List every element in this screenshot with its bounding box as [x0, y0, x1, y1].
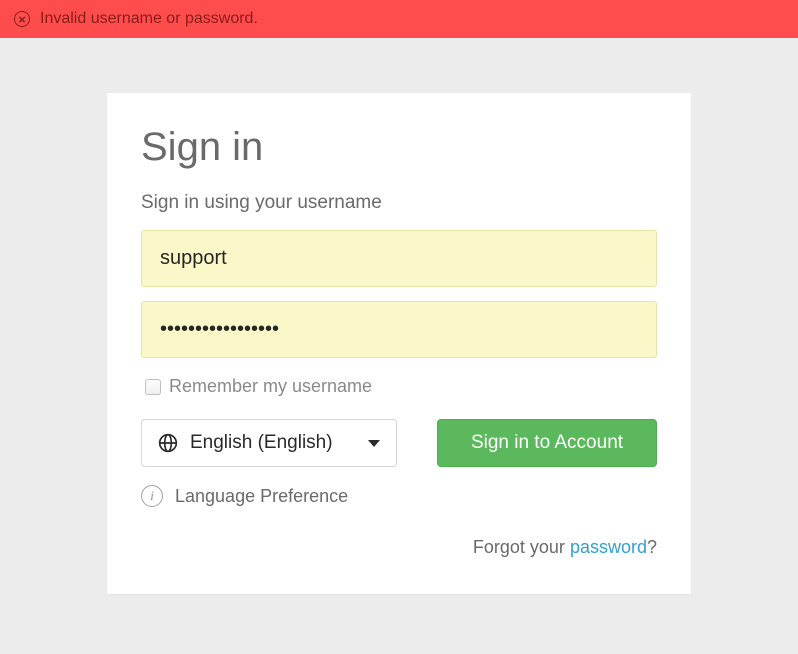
card-title: Sign in	[141, 125, 657, 170]
forgot-prefix: Forgot your	[473, 537, 570, 557]
remember-label: Remember my username	[169, 376, 372, 397]
controls-row: English (English) Sign in to Account	[141, 419, 657, 467]
language-select[interactable]: English (English)	[141, 419, 397, 467]
remember-row: Remember my username	[141, 376, 657, 397]
globe-icon	[158, 433, 178, 453]
error-message: Invalid username or password.	[40, 10, 258, 28]
language-selected: English (English)	[190, 432, 356, 454]
error-icon	[14, 11, 30, 27]
username-field[interactable]	[141, 230, 657, 287]
signin-instruction: Sign in using your username	[141, 192, 657, 214]
error-banner: Invalid username or password.	[0, 0, 798, 38]
remember-checkbox[interactable]	[145, 379, 161, 395]
language-preference-row: i Language Preference	[141, 485, 657, 507]
forgot-suffix: ?	[647, 537, 657, 557]
language-preference-label: Language Preference	[175, 486, 348, 507]
signin-button[interactable]: Sign in to Account	[437, 419, 657, 467]
password-field[interactable]	[141, 301, 657, 358]
forgot-password-row: Forgot your password?	[141, 537, 657, 558]
forgot-password-link[interactable]: password	[570, 537, 647, 557]
chevron-down-icon	[368, 440, 380, 447]
signin-card: Sign in Sign in using your username Reme…	[107, 93, 691, 594]
info-icon: i	[141, 485, 163, 507]
